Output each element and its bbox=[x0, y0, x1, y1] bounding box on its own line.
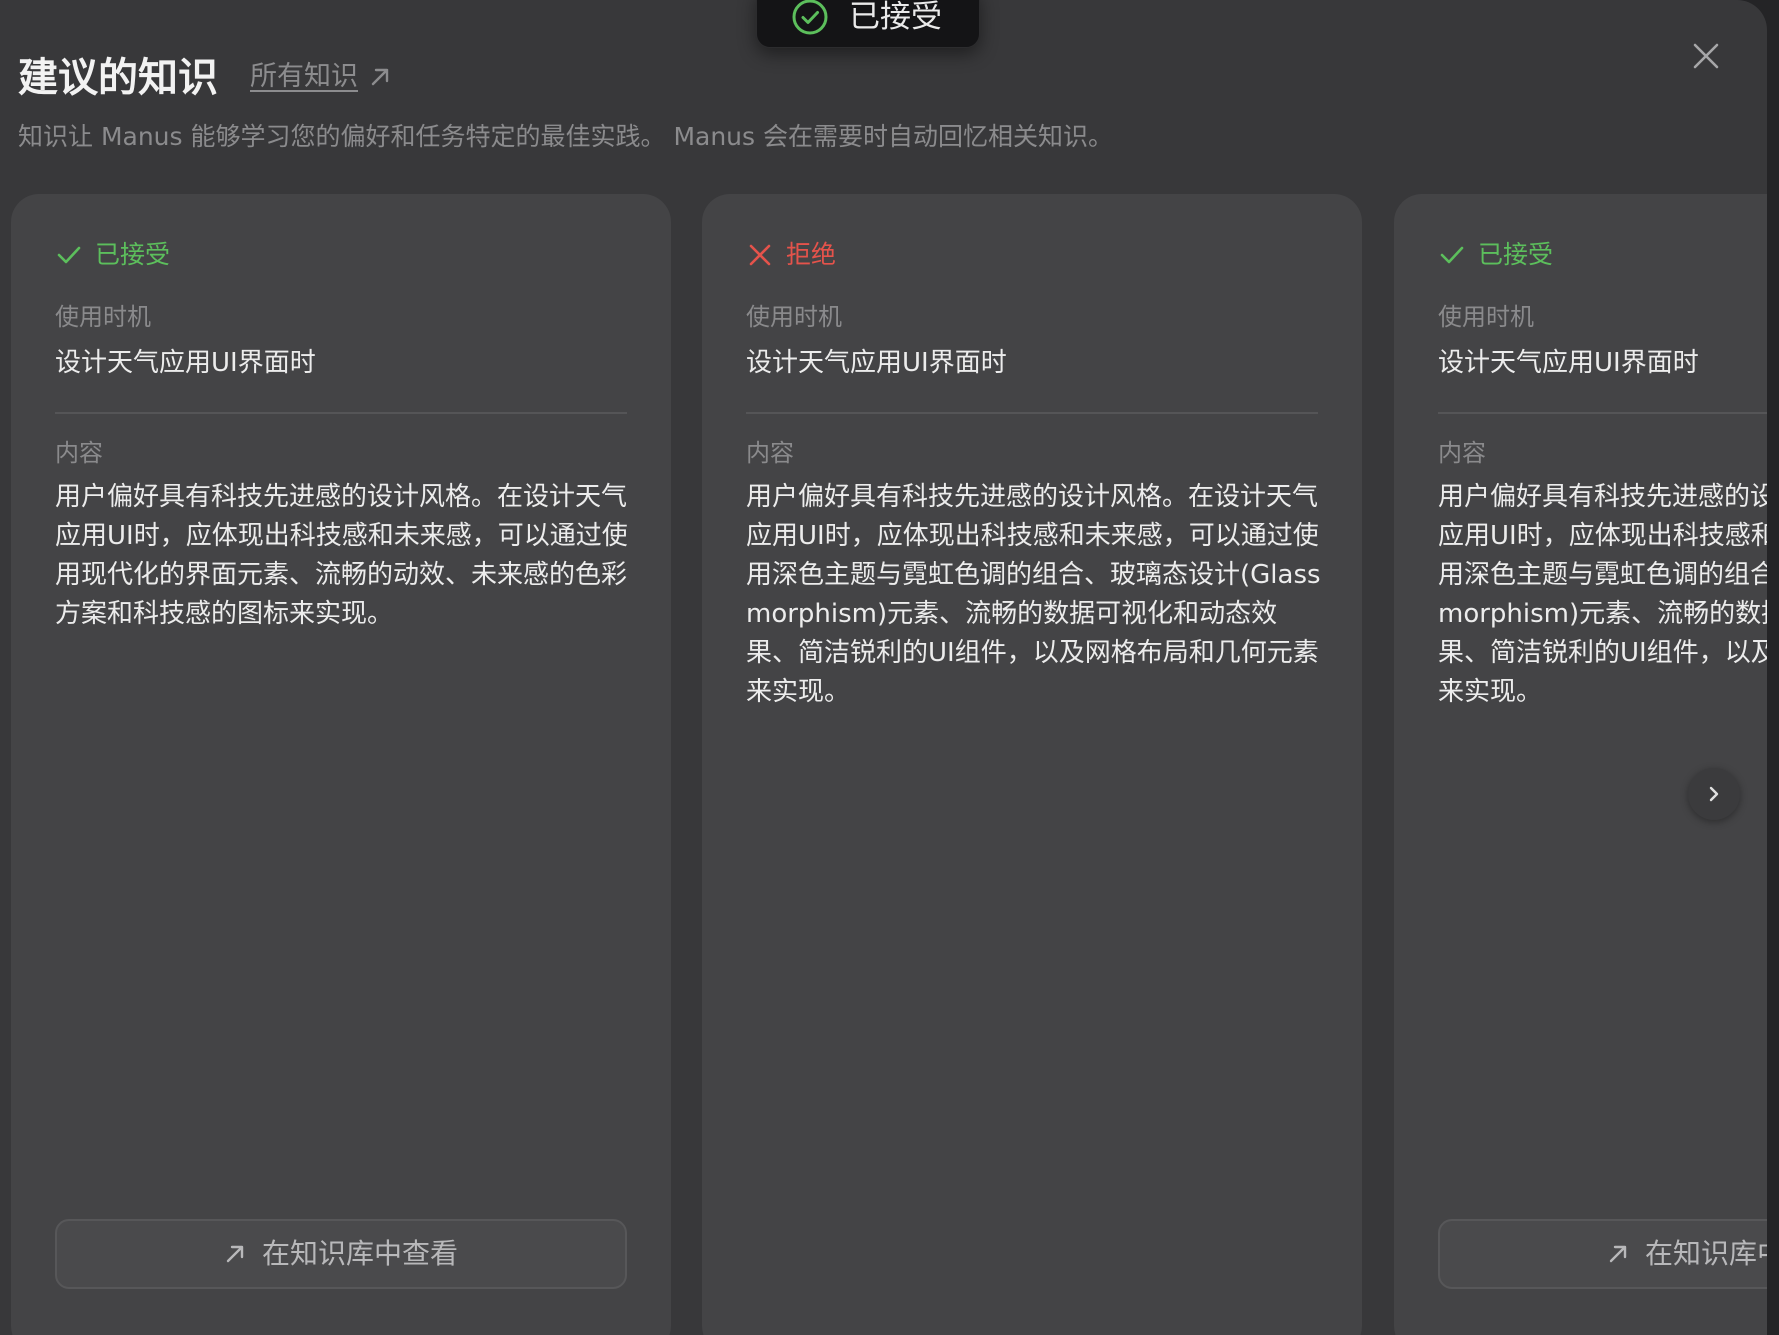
status-badge: 已接受 bbox=[55, 238, 170, 272]
when-value: 设计天气应用UI界面时 bbox=[746, 348, 1007, 378]
knowledge-card-carousel: 已接受 使用时机 设计天气应用UI界面时 内容 用户偏好具有科技先进感的设计风格… bbox=[0, 194, 1767, 1335]
content-text: 用户偏好具有科技先进感的设计风格。在设计天气应用UI时，应体现出科技感和未来感，… bbox=[746, 482, 1321, 707]
divider bbox=[1438, 412, 1767, 414]
status-label: 拒绝 bbox=[786, 240, 837, 269]
view-in-knowledge-base-label: 在知识库中查看 bbox=[261, 1237, 458, 1270]
content-text: 用户偏好具有科技先进感的设计风格。在设计天气应用UI时，应体现出科技感和未来感，… bbox=[55, 482, 628, 629]
status-label: 已接受 bbox=[1478, 240, 1554, 269]
x-icon bbox=[749, 244, 771, 266]
divider bbox=[55, 412, 627, 414]
knowledge-card: 已接受 使用时机 设计天气应用UI界面时 内容 用户偏好具有科技先进感的设计风格… bbox=[1394, 194, 1767, 1335]
knowledge-card: 拒绝 使用时机 设计天气应用UI界面时 内容 用户偏好具有科技先进感的设计风格。… bbox=[702, 194, 1362, 1335]
external-arrow-icon bbox=[1609, 1245, 1627, 1263]
view-in-knowledge-base-button[interactable]: 在知识库中查看 bbox=[55, 1219, 627, 1289]
dialog-description: 知识让 Manus 能够学习您的偏好和任务特定的最佳实践。 Manus 会在需要… bbox=[18, 122, 1113, 151]
check-icon bbox=[57, 246, 81, 264]
check-circle-icon bbox=[792, 0, 828, 35]
content-text: 用户偏好具有科技先进感的设计风格。在设计天气应用UI时，应体现出科技感和未来感，… bbox=[1438, 482, 1767, 707]
status-label: 已接受 bbox=[95, 240, 171, 269]
close-button[interactable] bbox=[1686, 36, 1726, 76]
check-icon bbox=[1440, 246, 1464, 264]
dialog-title: 建议的知识 bbox=[18, 55, 218, 101]
divider bbox=[746, 412, 1318, 414]
all-knowledge-label: 所有知识 bbox=[250, 61, 358, 92]
when-value: 设计天气应用UI界面时 bbox=[55, 348, 316, 378]
close-icon bbox=[1693, 43, 1719, 69]
all-knowledge-link[interactable]: 所有知识 bbox=[250, 58, 392, 96]
external-arrow-icon bbox=[226, 1245, 244, 1263]
content-label: 内容 bbox=[55, 439, 103, 467]
view-in-knowledge-base-label: 在知识库中查看 bbox=[1644, 1237, 1767, 1270]
when-label: 使用时机 bbox=[55, 303, 151, 331]
content-label: 内容 bbox=[1438, 439, 1486, 467]
suggested-knowledge-dialog: 建议的知识 所有知识 知识让 Manus 能够学习您的偏好和任务特定的最佳实践。… bbox=[0, 0, 1767, 1335]
toast-notification: 已接受 bbox=[756, 0, 980, 48]
toast-text: 已接受 bbox=[849, 0, 942, 35]
view-in-knowledge-base-button[interactable]: 在知识库中查看 bbox=[1438, 1219, 1767, 1289]
chevron-right-icon bbox=[1709, 786, 1719, 802]
knowledge-card: 已接受 使用时机 设计天气应用UI界面时 内容 用户偏好具有科技先进感的设计风格… bbox=[11, 194, 671, 1335]
status-badge: 已接受 bbox=[1438, 238, 1553, 272]
external-arrow-icon bbox=[371, 68, 389, 86]
when-value: 设计天气应用UI界面时 bbox=[1438, 348, 1699, 378]
when-label: 使用时机 bbox=[746, 303, 842, 331]
next-card-button[interactable] bbox=[1688, 768, 1740, 820]
when-label: 使用时机 bbox=[1438, 303, 1534, 331]
content-label: 内容 bbox=[746, 439, 794, 467]
status-badge: 拒绝 bbox=[746, 238, 836, 272]
